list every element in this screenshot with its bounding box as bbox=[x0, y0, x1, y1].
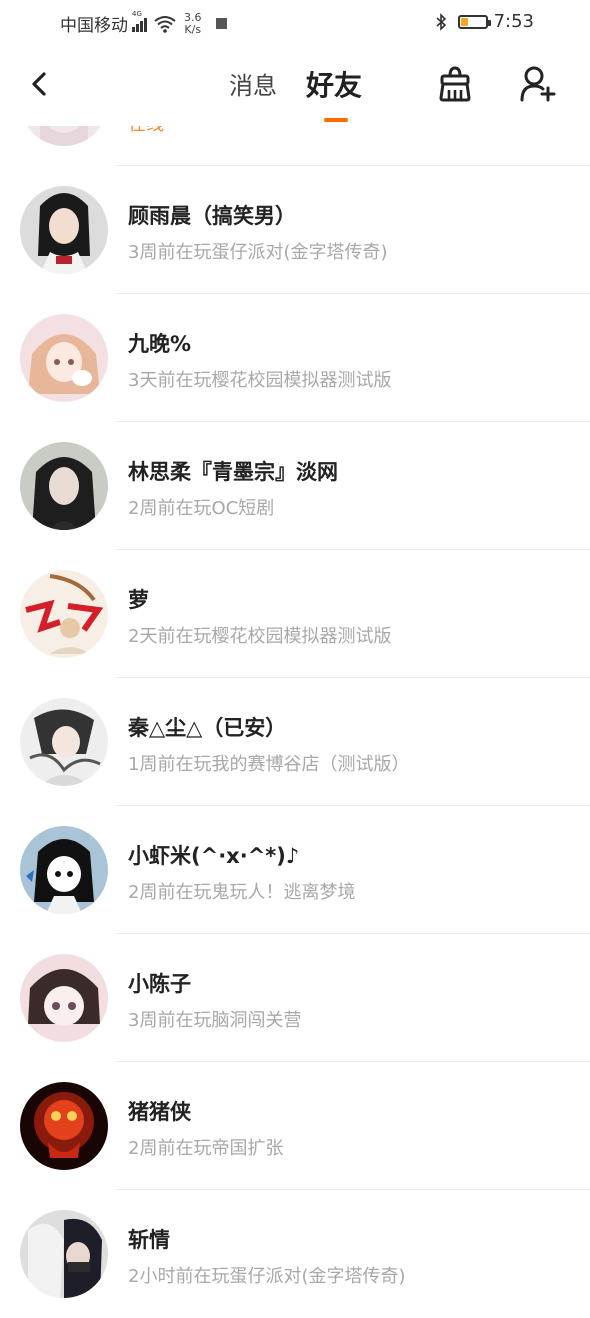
friend-name: 萝 bbox=[128, 588, 149, 612]
tab-messages[interactable]: 消息 bbox=[229, 66, 277, 101]
list-item[interactable]: 林思柔『青墨宗』淡网 2周前在玩OC短剧 bbox=[0, 422, 590, 550]
avatar bbox=[20, 1210, 108, 1298]
friend-name: 小虾米(^·x·^*)♪ bbox=[128, 844, 300, 868]
add-friend-icon[interactable] bbox=[518, 64, 558, 104]
friend-status: 2周前在玩OC短剧 bbox=[128, 498, 275, 519]
friend-status: 1周前在玩我的赛博谷店（测试版） bbox=[128, 754, 410, 775]
avatar bbox=[20, 698, 108, 786]
avatar bbox=[20, 1082, 108, 1170]
tab-friends[interactable]: 好友 bbox=[306, 64, 362, 104]
friend-name: 顾雨晨（搞笑男） bbox=[128, 204, 296, 228]
battery-icon bbox=[457, 14, 491, 29]
friend-name: 猪猪侠 bbox=[128, 1100, 191, 1124]
network-speed: 3.6 K/s bbox=[184, 10, 202, 36]
avatar bbox=[20, 570, 108, 658]
carrier-label: 中国移动 bbox=[60, 16, 128, 36]
avatar bbox=[20, 826, 108, 914]
avatar bbox=[20, 186, 108, 274]
avatar bbox=[20, 442, 108, 530]
notification-icon bbox=[215, 18, 227, 29]
back-icon[interactable] bbox=[22, 64, 56, 104]
friend-status: 3周前在玩脑洞闯关营 bbox=[128, 1010, 302, 1031]
list-item[interactable]: 斩情 2小时前在玩蛋仔派对(金字塔传奇) bbox=[0, 1190, 590, 1318]
friend-name: 九晚% bbox=[128, 332, 192, 356]
list-item[interactable]: 秦△尘△（已安） 1周前在玩我的赛博谷店（测试版） bbox=[0, 678, 590, 806]
broom-icon[interactable] bbox=[436, 64, 474, 104]
network-type-label: 4G bbox=[132, 9, 142, 18]
avatar bbox=[20, 314, 108, 402]
friend-status: 2小时前在玩蛋仔派对(金字塔传奇) bbox=[128, 1266, 406, 1287]
friend-list: 在线 顾雨晨（搞笑男） 3周前在玩蛋仔派对(金字塔传奇) bbox=[0, 38, 590, 1318]
wifi-icon bbox=[154, 15, 176, 33]
friend-status: 3周前在玩蛋仔派对(金字塔传奇) bbox=[128, 242, 388, 263]
friend-status: 2周前在玩帝国扩张 bbox=[128, 1138, 284, 1159]
battery-level bbox=[460, 17, 469, 26]
clock: 7:53 bbox=[493, 11, 534, 32]
list-item[interactable]: 小陈子 3周前在玩脑洞闯关营 bbox=[0, 934, 590, 1062]
friend-name: 秦△尘△（已安） bbox=[128, 716, 287, 740]
bluetooth-icon bbox=[436, 12, 446, 31]
friend-name: 小陈子 bbox=[128, 972, 191, 996]
friend-status: 2天前在玩樱花校园模拟器测试版 bbox=[128, 626, 392, 647]
friend-status: 2周前在玩鬼玩人！逃离梦境 bbox=[128, 882, 356, 903]
list-item[interactable]: 小虾米(^·x·^*)♪ 2周前在玩鬼玩人！逃离梦境 bbox=[0, 806, 590, 934]
nav-bar: 消息 好友 bbox=[0, 46, 590, 126]
tab-indicator bbox=[324, 118, 348, 122]
avatar bbox=[20, 954, 108, 1042]
signal-icon: 4G bbox=[132, 10, 148, 32]
friend-name: 林思柔『青墨宗』淡网 bbox=[128, 460, 338, 484]
list-item[interactable]: 九晚% 3天前在玩樱花校园模拟器测试版 bbox=[0, 294, 590, 422]
list-item[interactable]: 萝 2天前在玩樱花校园模拟器测试版 bbox=[0, 550, 590, 678]
status-bar: 中国移动 4G 3.6 K/s 7:53 bbox=[0, 0, 590, 46]
list-item[interactable]: 猪猪侠 2周前在玩帝国扩张 bbox=[0, 1062, 590, 1190]
list-item[interactable]: 顾雨晨（搞笑男） 3周前在玩蛋仔派对(金字塔传奇) bbox=[0, 166, 590, 294]
friend-name: 斩情 bbox=[128, 1228, 170, 1252]
friend-status: 3天前在玩樱花校园模拟器测试版 bbox=[128, 370, 392, 391]
